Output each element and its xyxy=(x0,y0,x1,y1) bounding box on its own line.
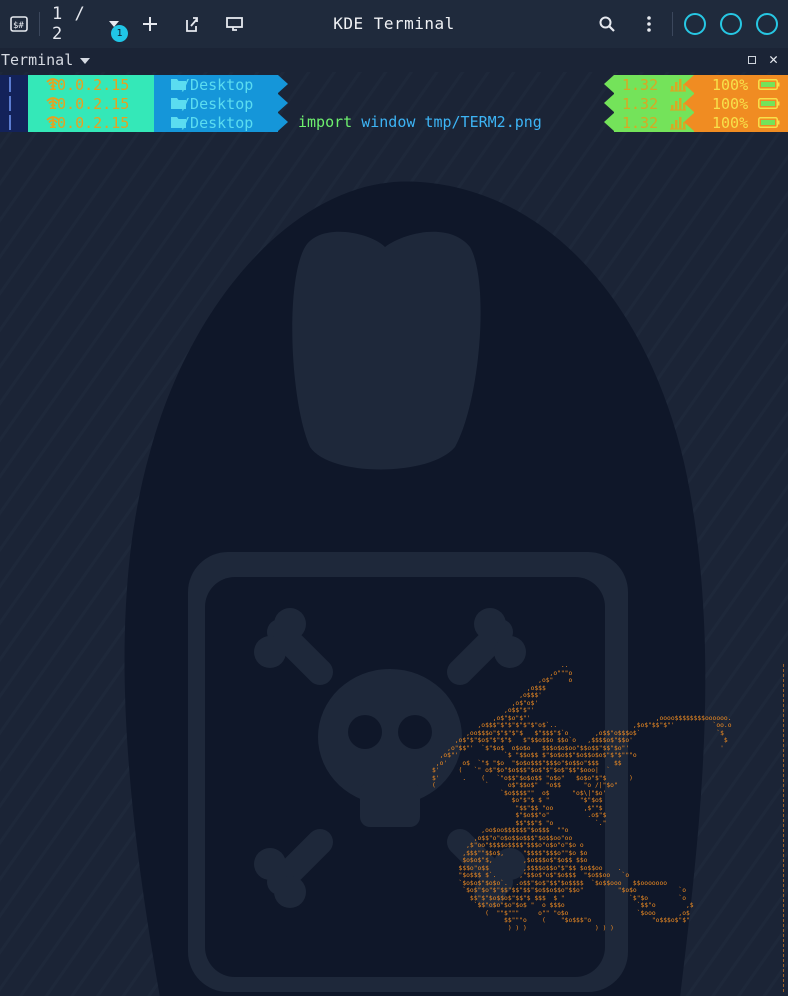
display-icon[interactable] xyxy=(222,0,248,48)
maximize-button[interactable] xyxy=(720,13,742,35)
prompt-start-segment xyxy=(0,75,28,94)
folder-icon xyxy=(171,98,186,109)
split-view-icon[interactable]: $# xyxy=(6,0,32,48)
directory-segment: ~/Desktop xyxy=(154,94,288,113)
ip-segment: 10.0.2.15 xyxy=(28,113,164,132)
battery-icon xyxy=(758,98,780,109)
tab-switcher[interactable]: 1 / 2 xyxy=(52,0,106,48)
wifi-icon xyxy=(46,97,60,109)
battery-icon xyxy=(758,117,780,128)
directory-segment: ~/Desktop xyxy=(154,113,288,132)
svg-text:$#: $# xyxy=(13,21,24,31)
toolbar-divider-right xyxy=(672,12,673,36)
terminal-scrollbar[interactable] xyxy=(783,664,786,992)
ip-address: 10.0.2.15 xyxy=(48,75,130,94)
directory-segment: ~/Desktop xyxy=(154,75,288,94)
chevron-down-icon[interactable] xyxy=(80,58,90,64)
battery-percent: 100% xyxy=(712,75,749,94)
detach-tab-icon[interactable] xyxy=(180,0,204,48)
close-button[interactable] xyxy=(756,13,778,35)
battery-percent: 100% xyxy=(712,113,749,132)
terminal-tab-title[interactable]: Terminal xyxy=(1,51,73,69)
load-segment: 1.32 xyxy=(614,75,694,94)
prompt-start-segment xyxy=(0,113,28,132)
terminal-tab-header: Terminal xyxy=(0,48,788,72)
minimize-button[interactable] xyxy=(684,13,706,35)
plus-icon[interactable] xyxy=(138,0,162,48)
ip-segment: 10.0.2.15 xyxy=(28,75,164,94)
kebab-menu-icon[interactable] xyxy=(638,0,660,48)
load-average: 1.32 xyxy=(622,113,659,132)
battery-segment: 100% xyxy=(694,94,788,113)
prompt-start-segment xyxy=(0,94,28,113)
ascii-art-dragon: .. ,o"""o ,o$" o ,o$$$ ,o$$$' ,o$"o$' ,o… xyxy=(432,662,732,932)
load-average: 1.32 xyxy=(622,75,659,94)
battery-segment: 100% xyxy=(694,75,788,94)
load-segment: 1.32 xyxy=(614,94,694,113)
title-bar: $# 1 / 2 1 KDE Terminal xyxy=(0,0,788,48)
folder-icon xyxy=(171,79,186,90)
tab-count-badge: 1 xyxy=(111,25,128,42)
wifi-icon xyxy=(46,78,60,90)
toolbar-divider xyxy=(39,12,40,36)
folder-icon xyxy=(171,117,186,128)
prompt-line: 10.0.2.15 ~/Desktop 1.32 100% xyxy=(0,75,788,94)
battery-segment: 100% xyxy=(694,113,788,132)
prompt-line: 10.0.2.15 ~/Desktop import window tmp/TE… xyxy=(0,113,788,132)
maximize-pane-icon[interactable] xyxy=(748,56,756,64)
ip-address: 10.0.2.15 xyxy=(48,113,130,132)
search-icon[interactable] xyxy=(595,0,619,48)
load-segment: 1.32 xyxy=(614,113,694,132)
close-pane-icon[interactable]: ✕ xyxy=(769,50,778,68)
tab-counter: 1 / 2 xyxy=(52,4,86,44)
ip-segment: 10.0.2.15 xyxy=(28,94,164,113)
battery-icon xyxy=(758,79,780,90)
battery-percent: 100% xyxy=(712,94,749,113)
wifi-icon xyxy=(46,116,60,128)
ip-address: 10.0.2.15 xyxy=(48,94,130,113)
command-text: import window tmp/TERM2.png xyxy=(298,113,542,131)
prompt-line: 10.0.2.15 ~/Desktop 1.32 100% xyxy=(0,94,788,113)
load-average: 1.32 xyxy=(622,94,659,113)
terminal-view[interactable]: 10.0.2.15 ~/Desktop 1.32 100% 10.0.2.15 xyxy=(0,72,788,996)
